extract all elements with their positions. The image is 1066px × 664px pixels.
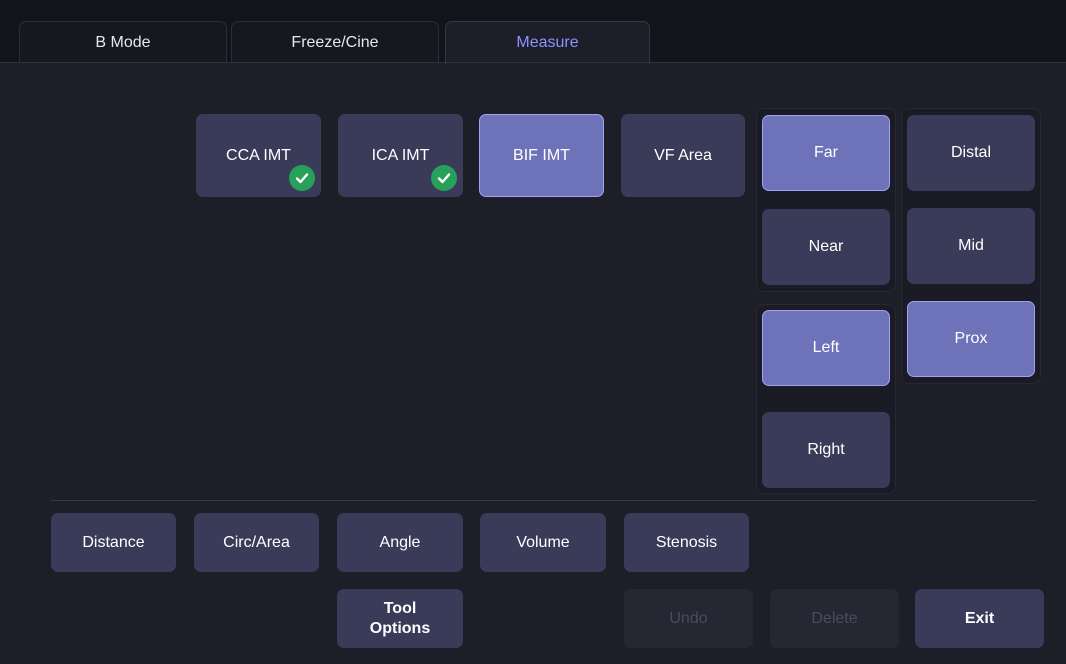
divider xyxy=(51,500,1036,501)
button-label: BIF IMT xyxy=(513,146,570,164)
undo-button[interactable]: Undo xyxy=(624,589,753,648)
stenosis-button[interactable]: Stenosis xyxy=(624,513,749,572)
prox-button[interactable]: Prox xyxy=(907,301,1035,377)
delete-button[interactable]: Delete xyxy=(770,589,899,648)
check-icon xyxy=(431,165,457,191)
button-label: Far xyxy=(814,144,838,161)
button-label: Circ/Area xyxy=(223,533,290,551)
bif-imt-button[interactable]: BIF IMT xyxy=(479,114,604,197)
tab-measure[interactable]: Measure xyxy=(445,21,650,64)
distal-button[interactable]: Distal xyxy=(907,115,1035,191)
vf-area-button[interactable]: VF Area xyxy=(621,114,745,197)
cca-imt-button[interactable]: CCA IMT xyxy=(196,114,321,197)
near-button[interactable]: Near xyxy=(762,209,890,285)
button-label: Angle xyxy=(379,533,421,551)
button-label: Right xyxy=(807,441,845,458)
tab-label: Measure xyxy=(516,34,579,51)
angle-button[interactable]: Angle xyxy=(337,513,463,572)
button-label: Volume xyxy=(516,533,570,551)
button-label: ICA IMT xyxy=(371,146,430,164)
left-button[interactable]: Left xyxy=(762,310,890,386)
button-label: Exit xyxy=(964,609,995,627)
tab-label: Freeze/Cine xyxy=(291,33,379,51)
check-icon xyxy=(289,165,315,191)
tab-underline xyxy=(0,62,1066,63)
tab-bar: B Mode Freeze/Cine Measure xyxy=(0,0,1066,64)
button-label-line2: Options xyxy=(369,619,431,637)
exit-button[interactable]: Exit xyxy=(915,589,1044,648)
ica-imt-button[interactable]: ICA IMT xyxy=(338,114,463,197)
button-label: Left xyxy=(812,339,840,356)
tab-b-mode[interactable]: B Mode xyxy=(19,21,227,63)
volume-button[interactable]: Volume xyxy=(480,513,606,572)
mid-button[interactable]: Mid xyxy=(907,208,1035,284)
far-button[interactable]: Far xyxy=(762,115,890,191)
button-label: Near xyxy=(808,238,844,255)
distance-button[interactable]: Distance xyxy=(51,513,176,572)
button-label: Delete xyxy=(811,609,858,627)
button-label: Mid xyxy=(958,237,984,254)
button-label: CCA IMT xyxy=(226,146,291,164)
button-label: Undo xyxy=(669,609,708,627)
button-label: Prox xyxy=(954,330,988,347)
right-button[interactable]: Right xyxy=(762,412,890,488)
button-label-line1: Tool xyxy=(383,599,417,617)
tab-label: B Mode xyxy=(95,33,151,51)
button-label: Distal xyxy=(950,144,991,161)
circ-area-button[interactable]: Circ/Area xyxy=(194,513,319,572)
button-label: Distance xyxy=(82,533,145,551)
button-label: Stenosis xyxy=(655,533,718,551)
tab-freeze-cine[interactable]: Freeze/Cine xyxy=(231,21,439,63)
tool-options-button[interactable]: Tool Options xyxy=(337,589,463,648)
button-label: VF Area xyxy=(654,146,712,164)
